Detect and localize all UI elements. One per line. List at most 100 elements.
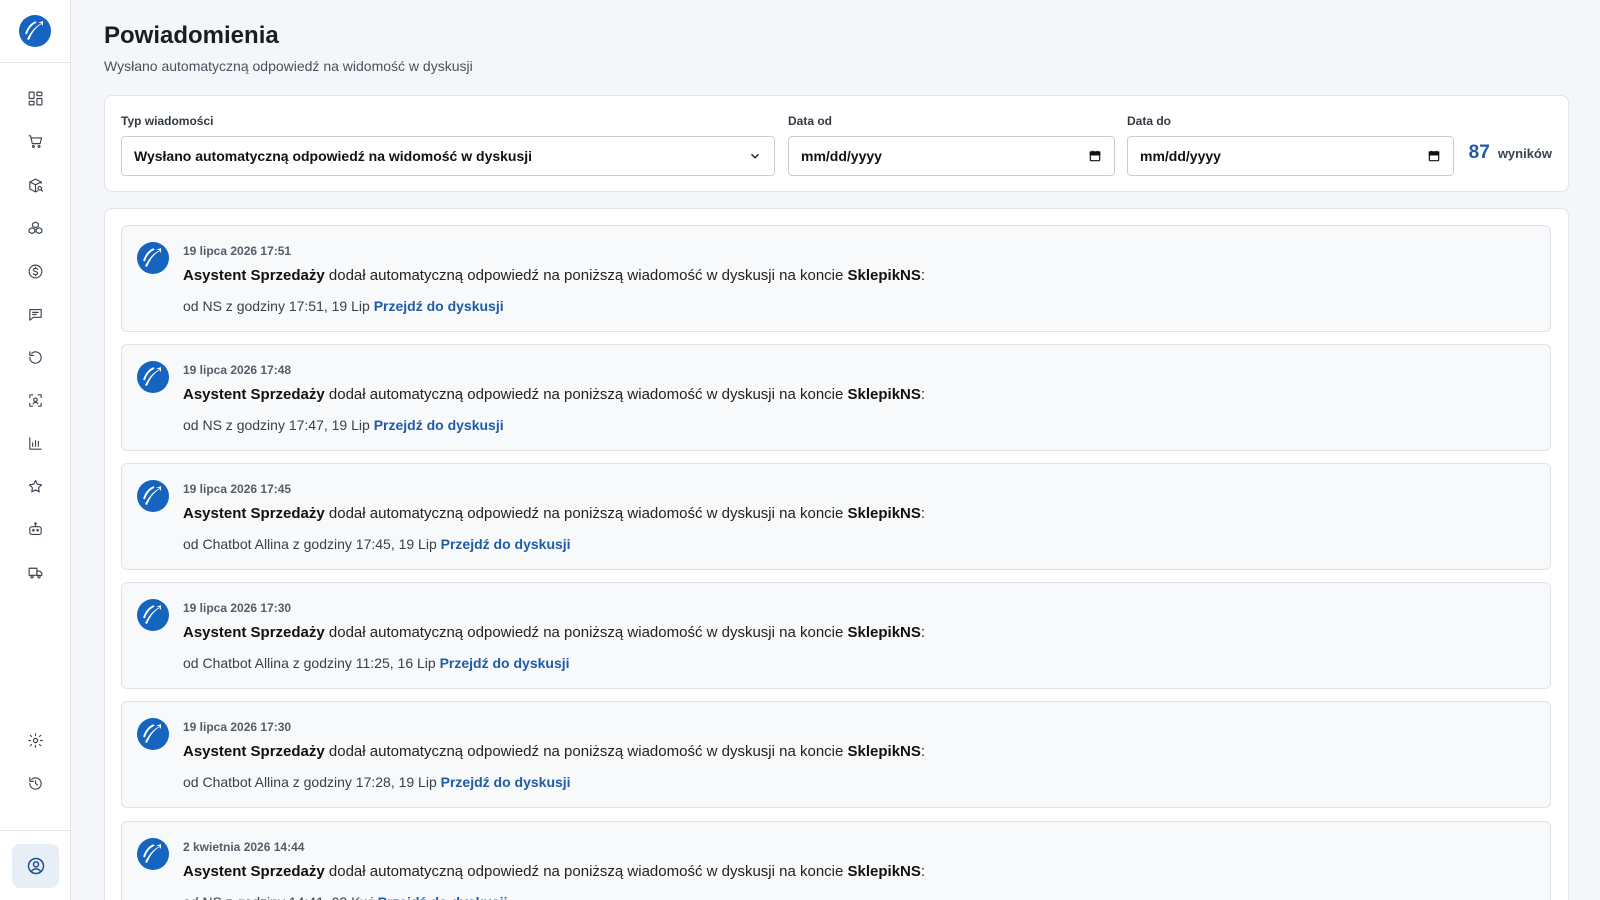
notification-source-text: od NS z godziny 14:41, 02 Kwi: [183, 894, 378, 900]
notification-source-text: od NS z godziny 17:51, 19 Lip: [183, 298, 374, 314]
page-title: Powiadomienia: [104, 22, 279, 49]
sidebar-divider: [0, 830, 71, 831]
notification-source-text: od NS z godziny 17:47, 19 Lip: [183, 417, 374, 433]
nav-bot[interactable]: [0, 514, 71, 544]
notification-action: dodał automatyczną odpowiedź na poniższą…: [324, 743, 848, 760]
profile-button[interactable]: [12, 844, 59, 888]
go-to-discussion-link[interactable]: Przejdź do dyskusji: [378, 894, 508, 900]
settings-icon: [28, 732, 43, 748]
nav-finance[interactable]: [0, 256, 71, 286]
sales-assistant-avatar: [136, 360, 170, 394]
filter-panel: Typ wiadomości Wysłano automatyczną odpo…: [104, 95, 1569, 192]
notification-message: Asystent Sprzedaży dodał automatyczną od…: [183, 505, 925, 522]
notification-source: od Chatbot Allina z godziny 17:28, 19 Li…: [183, 774, 571, 790]
robot-icon: [29, 521, 42, 535]
results-label: wyników: [1497, 146, 1552, 161]
notification-date: 19 lipca 2026 17:30: [183, 601, 292, 615]
refresh-icon: [29, 350, 42, 364]
notification-item: 19 lipca 2026 17:48 Asystent Sprzedaży do…: [121, 344, 1551, 451]
nav-ratings[interactable]: [0, 471, 71, 501]
notification-action: dodał automatyczną odpowiedź na poniższą…: [324, 863, 848, 880]
notification-colon: :: [920, 386, 926, 403]
notification-date: 2 kwietnia 2026 14:44: [183, 840, 305, 854]
message-type-value: Wysłano automatyczną odpowiedź na widomo…: [134, 148, 533, 164]
notification-colon: :: [920, 624, 926, 641]
history-icon: [29, 776, 42, 790]
chat-icon: [29, 308, 42, 321]
dollar-coin-icon: [28, 264, 43, 278]
nav-products[interactable]: [0, 170, 71, 200]
sales-assistant-avatar: [136, 479, 170, 513]
go-to-discussion-link[interactable]: Przejdź do dyskusji: [441, 536, 571, 552]
date-to-value: mm/dd/yyyy: [1140, 148, 1221, 164]
notifications-list: 19 lipca 2026 17:51 Asystent Sprzedaży do…: [104, 208, 1569, 900]
notification-account: SklepikNS: [847, 624, 921, 641]
notification-source: od Chatbot Allina z godziny 11:25, 16 Li…: [183, 655, 570, 671]
notification-action: dodał automatyczną odpowiedź na poniższą…: [324, 505, 848, 522]
notification-item: 19 lipca 2026 17:51 Asystent Sprzedaży do…: [121, 225, 1551, 332]
notification-account: SklepikNS: [847, 743, 921, 760]
nav-history[interactable]: [0, 768, 71, 798]
calendar-icon: [1089, 150, 1101, 162]
nav-orders[interactable]: [0, 126, 71, 156]
notification-source: od NS z godziny 17:51, 19 Lip Przejdź do…: [183, 298, 504, 314]
notification-message: Asystent Sprzedaży dodał automatyczną od…: [183, 743, 925, 760]
truck-icon: [28, 567, 43, 578]
notification-date: 19 lipca 2026 17:45: [183, 482, 292, 496]
nav-statistics[interactable]: [0, 428, 71, 458]
message-type-select[interactable]: Wysłano automatyczną odpowiedź na widomo…: [121, 136, 775, 176]
notification-source-text: od Chatbot Allina z godziny 17:45, 19 Li…: [183, 536, 441, 552]
go-to-discussion-link[interactable]: Przejdź do dyskusji: [374, 298, 504, 314]
nav-settings[interactable]: [0, 725, 71, 755]
date-to-input[interactable]: mm/dd/yyyy: [1127, 136, 1454, 176]
notification-source: od NS z godziny 17:47, 19 Lip Przejdź do…: [183, 417, 504, 433]
boxes-icon: [28, 221, 43, 234]
notification-colon: :: [920, 505, 926, 522]
notification-source: od NS z godziny 14:41, 02 Kwi Przejdź do…: [183, 894, 508, 900]
results-number: 87: [1468, 142, 1490, 163]
notification-actor: Asystent Sprzedaży: [183, 267, 325, 284]
nav-messages[interactable]: [0, 299, 71, 329]
notification-message: Asystent Sprzedaży dodał automatyczną od…: [183, 267, 925, 284]
sales-assistant-avatar: [136, 837, 170, 871]
go-to-discussion-link[interactable]: Przejdź do dyskusji: [374, 417, 504, 433]
notification-account: SklepikNS: [847, 386, 921, 403]
notification-action: dodał automatyczną odpowiedź na poniższą…: [324, 624, 848, 641]
nav-returns[interactable]: [0, 342, 71, 372]
date-from-value: mm/dd/yyyy: [801, 148, 882, 164]
go-to-discussion-link[interactable]: Przejdź do dyskusji: [440, 655, 570, 671]
notification-message: Asystent Sprzedaży dodał automatyczną od…: [183, 386, 925, 403]
notification-item: 2 kwietnia 2026 14:44 Asystent Sprzedaży …: [121, 821, 1551, 900]
notification-source: od Chatbot Allina z godziny 17:45, 19 Li…: [183, 536, 571, 552]
page-subtitle: Wysłano automatyczną odpowiedź na widomo…: [104, 58, 473, 74]
go-to-discussion-link[interactable]: Przejdź do dyskusji: [441, 774, 571, 790]
user-circle-icon: [27, 857, 44, 875]
notification-actor: Asystent Sprzedaży: [183, 505, 325, 522]
notification-item: 19 lipca 2026 17:30 Asystent Sprzedaży do…: [121, 701, 1551, 808]
logo-area[interactable]: [0, 0, 70, 63]
nav-inventory[interactable]: [0, 213, 71, 243]
notification-actor: Asystent Sprzedaży: [183, 386, 325, 403]
notification-actor: Asystent Sprzedaży: [183, 863, 325, 880]
notification-message: Asystent Sprzedaży dodał automatyczną od…: [183, 863, 925, 880]
package-search-icon: [29, 178, 44, 192]
calendar-icon: [1428, 150, 1440, 162]
notification-message: Asystent Sprzedaży dodał automatyczną od…: [183, 624, 925, 641]
notification-actor: Asystent Sprzedaży: [183, 743, 325, 760]
notification-source-text: od Chatbot Allina z godziny 11:25, 16 Li…: [183, 655, 440, 671]
scan-icon: [29, 393, 42, 407]
nav-dashboard[interactable]: [0, 83, 71, 113]
notification-action: dodał automatyczną odpowiedź na poniższą…: [324, 267, 848, 284]
date-from-input[interactable]: mm/dd/yyyy: [788, 136, 1115, 176]
brand-logo-icon: [19, 15, 51, 47]
nav-shipping[interactable]: [0, 557, 71, 587]
sales-assistant-avatar: [136, 717, 170, 751]
notification-colon: :: [920, 267, 926, 284]
notification-colon: :: [920, 743, 926, 760]
notification-item: 19 lipca 2026 17:45 Asystent Sprzedaży do…: [121, 463, 1551, 570]
sidebar: [0, 0, 71, 900]
notification-date: 19 lipca 2026 17:51: [183, 244, 292, 258]
notification-item: 19 lipca 2026 17:30 Asystent Sprzedaży do…: [121, 582, 1551, 689]
dashboard-icon: [28, 91, 43, 105]
nav-scan[interactable]: [0, 385, 71, 415]
